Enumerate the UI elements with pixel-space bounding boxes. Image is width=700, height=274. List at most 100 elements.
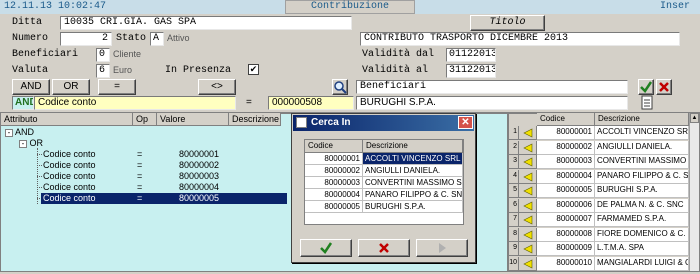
search-icon[interactable] <box>332 79 348 95</box>
in-presenza-checkbox[interactable]: ✔ <box>248 64 259 75</box>
cancel-icon[interactable] <box>656 79 672 95</box>
results-row-code[interactable]: 80000005 <box>537 184 595 198</box>
dialog-row-code[interactable]: 80000001 <box>305 153 363 165</box>
tree-row-op: = <box>137 149 143 159</box>
dialog-row-desc[interactable]: CONVERTINI MASSIMO SRL <box>363 177 463 189</box>
results-row-code[interactable]: 80000001 <box>537 126 595 140</box>
tree-row-op: = <box>137 182 143 192</box>
dialog-cancel-button[interactable] <box>358 239 410 257</box>
results-row-code[interactable]: 80000007 <box>537 213 595 227</box>
or-button[interactable]: OR <box>52 79 90 95</box>
tree-row[interactable]: Codice conto = 80000005 <box>41 193 287 204</box>
dialog-row-code[interactable]: 80000002 <box>305 165 363 177</box>
condition-value[interactable]: 000000508 <box>268 96 354 110</box>
dialog-col-descrizione: Descrizione <box>363 140 463 153</box>
document-icon[interactable] <box>640 95 654 110</box>
results-scrollbar[interactable]: ▲ <box>689 113 699 271</box>
results-row-code[interactable]: 80000004 <box>537 169 595 184</box>
close-icon[interactable]: ✕ <box>458 116 473 129</box>
tree-row-attr: Codice conto <box>43 160 96 170</box>
row-arrow-icon[interactable] <box>519 198 537 213</box>
row-arrow-icon[interactable] <box>519 169 537 184</box>
results-row-code[interactable]: 80000003 <box>537 155 595 169</box>
row-arrow-icon[interactable] <box>519 256 537 271</box>
equals-button[interactable]: = <box>98 79 136 95</box>
tree-row-value: 80000005 <box>179 193 220 203</box>
valuta-text: Euro <box>113 65 133 75</box>
tree-row[interactable]: Codice conto = 80000004 <box>41 182 287 193</box>
dialog-row-desc[interactable]: PANARO FILIPPO & C. SNC <box>363 189 463 201</box>
row-arrow-icon[interactable] <box>519 213 537 227</box>
results-row-code[interactable]: 80000006 <box>537 198 595 213</box>
results-grid: Codice Descrizione 1 80000001 ACCOLTI VINC… <box>508 112 700 272</box>
dialog-row-code[interactable]: 80000005 <box>305 201 363 213</box>
condition-operator[interactable]: AND <box>12 96 34 110</box>
valuta-field[interactable]: 6 <box>96 64 110 78</box>
condition-attribute[interactable]: Codice conto <box>34 96 236 110</box>
validita-al-field[interactable]: 31122013 <box>446 64 496 78</box>
contract-description-field[interactable]: CONTRIBUTO TRASPORTO DICEMBRE 2013 <box>360 32 680 46</box>
mode-indicator: Inser <box>660 1 691 12</box>
row-arrow-icon[interactable] <box>519 126 537 140</box>
results-row-number: 2 <box>509 140 519 155</box>
validita-dal-label: Validità dal <box>362 49 435 60</box>
numero-label: Numero <box>12 33 49 44</box>
row-arrow-icon[interactable] <box>519 140 537 155</box>
results-row-code[interactable]: 80000010 <box>537 256 595 271</box>
tree-row[interactable]: Codice conto = 80000001 <box>41 149 287 160</box>
condition-description[interactable]: BURUGHI S.P.A. <box>356 96 628 110</box>
tree-row-attr: Codice conto <box>43 171 96 181</box>
dialog-next-button[interactable] <box>416 239 468 257</box>
scroll-up-icon[interactable]: ▲ <box>690 113 699 123</box>
results-row-code[interactable]: 80000002 <box>537 140 595 155</box>
ditta-field[interactable]: 10035 CRI.GIA. GAS SPA <box>60 16 352 30</box>
row-arrow-icon[interactable] <box>519 227 537 242</box>
dialog-row-code[interactable]: 80000004 <box>305 189 363 201</box>
dialog-row-desc[interactable]: BURUGHI S.P.A. <box>363 201 463 213</box>
row-arrow-icon[interactable] <box>519 242 537 256</box>
results-corner <box>509 113 519 114</box>
results-col-codice: Codice <box>537 113 595 126</box>
results-row-number: 4 <box>509 169 519 184</box>
and-button[interactable]: AND <box>12 79 50 95</box>
tree-row[interactable]: Codice conto = 80000002 <box>41 160 287 171</box>
results-row-desc[interactable]: PANARO FILIPPO & C. SNC <box>595 169 689 184</box>
results-row-desc[interactable]: MANGIALARDI LUIGI & C.SA <box>595 256 689 271</box>
row-arrow-icon[interactable] <box>519 184 537 198</box>
beneficiari-label: Beneficiari <box>12 49 79 60</box>
dialog-titlebar: Cerca In <box>293 115 474 131</box>
results-row-desc[interactable]: DE PALMA N. & C. SNC <box>595 198 689 213</box>
col-attributo: Attributo <box>1 113 133 126</box>
dialog-row-desc[interactable]: ACCOLTI VINCENZO SRL <box>363 153 463 165</box>
results-row-desc[interactable]: ACCOLTI VINCENZO SRL <box>595 126 689 140</box>
row-arrow-icon[interactable] <box>519 155 537 169</box>
numero-field[interactable]: 2 <box>60 32 112 46</box>
stato-field[interactable]: A <box>150 32 164 46</box>
results-row-code[interactable]: 80000008 <box>537 227 595 242</box>
results-row-desc[interactable]: ANGIULLI DANIELA. <box>595 140 689 155</box>
not-equals-button[interactable]: <> <box>198 79 236 95</box>
results-row-number: 5 <box>509 184 519 198</box>
tree-row-value: 80000004 <box>179 182 220 192</box>
results-row-desc[interactable]: FIORE DOMENICO & C. SNC <box>595 227 689 242</box>
confirm-icon[interactable] <box>638 79 654 95</box>
dialog-ok-button[interactable] <box>300 239 352 257</box>
dialog-row-code[interactable]: 80000003 <box>305 177 363 189</box>
results-row-desc[interactable]: L.T.M.A. SPA <box>595 242 689 256</box>
titolo-button[interactable]: Titolo <box>470 15 545 31</box>
tree-node-or[interactable]: - OR <box>19 138 43 149</box>
stato-label: Stato <box>116 33 147 44</box>
validita-dal-field[interactable]: 01122013 <box>446 48 496 62</box>
tree-row-value: 80000003 <box>179 171 220 181</box>
tree-row[interactable]: Codice conto = 80000003 <box>41 171 287 182</box>
beneficiari-filter-field[interactable]: Beneficiari <box>356 80 628 94</box>
results-row-desc[interactable]: FARMAMED S.P.A. <box>595 213 689 227</box>
results-row-code[interactable]: 80000009 <box>537 242 595 256</box>
results-row-desc[interactable]: BURUGHI S.P.A. <box>595 184 689 198</box>
results-row-number: 7 <box>509 213 519 227</box>
tree-node-and[interactable]: - AND <box>5 127 34 138</box>
tree-row-value: 80000001 <box>179 149 220 159</box>
dialog-row-desc[interactable]: ANGIULLI DANIELA. <box>363 165 463 177</box>
results-row-desc[interactable]: CONVERTINI MASSIMO SRL <box>595 155 689 169</box>
beneficiari-field[interactable]: 0 <box>96 48 110 62</box>
